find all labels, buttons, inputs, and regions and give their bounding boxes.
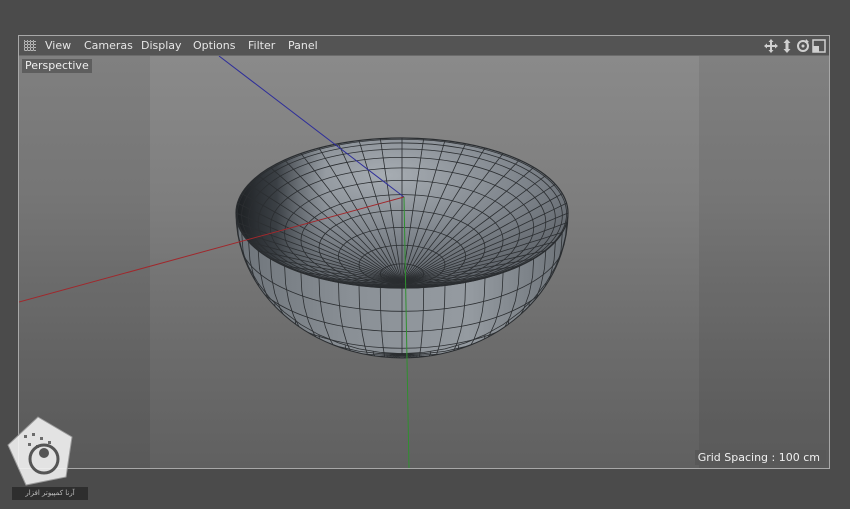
menu-view[interactable]: View [45, 39, 71, 53]
view-navigation-icons [763, 37, 827, 55]
panel-grip-icon[interactable] [24, 40, 36, 51]
menu-display[interactable]: Display [141, 39, 182, 53]
zoom-view-icon[interactable] [779, 38, 795, 54]
camera-label[interactable]: Perspective [22, 59, 92, 73]
app-window: View Cameras Display Options Filter Pane… [0, 0, 850, 509]
menu-cameras[interactable]: Cameras [84, 39, 133, 53]
viewport-panel: View Cameras Display Options Filter Pane… [18, 35, 830, 469]
menu-options[interactable]: Options [193, 39, 235, 53]
rotate-view-icon[interactable] [795, 38, 811, 54]
watermark-text: آرنا کمپیوتر افزار [12, 487, 88, 500]
menu-panel[interactable]: Panel [288, 39, 318, 53]
viewport-menubar: View Cameras Display Options Filter Pane… [19, 36, 829, 56]
scene-render [19, 56, 569, 468]
move-view-icon[interactable] [763, 38, 779, 54]
3d-viewport[interactable]: Perspective Grid Spacing : 100 cm [19, 56, 829, 468]
grid-spacing-label: Grid Spacing : 100 cm [694, 450, 826, 465]
toggle-layout-icon[interactable] [811, 38, 827, 54]
menu-filter[interactable]: Filter [248, 39, 275, 53]
